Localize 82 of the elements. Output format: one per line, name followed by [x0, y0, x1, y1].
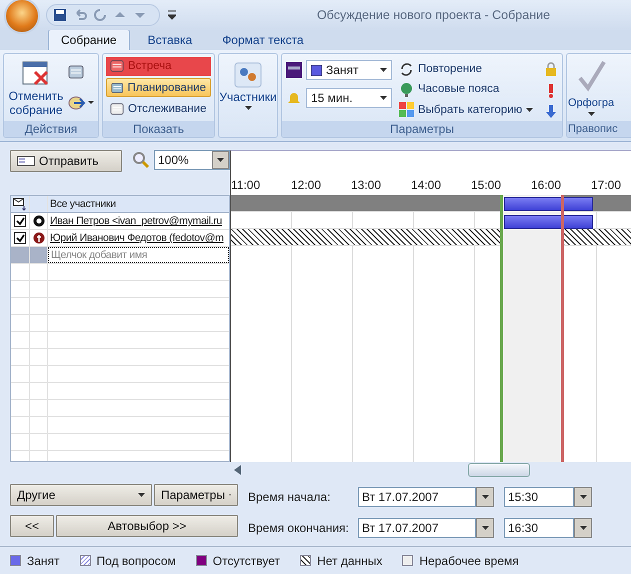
hour-label: 13:00 — [351, 178, 382, 192]
lock-icon[interactable] — [544, 62, 558, 77]
save-icon[interactable] — [53, 8, 67, 22]
legend-label: Отсутствует — [212, 554, 280, 568]
group-label: Показать — [103, 121, 214, 137]
caret-icon — [482, 526, 488, 530]
busy-swatch-icon — [311, 64, 322, 76]
scrollbar-thumb[interactable] — [468, 463, 530, 477]
send-button[interactable]: Отправить — [10, 150, 122, 172]
ribbon-tab[interactable]: Формат текста — [210, 30, 316, 50]
caret-icon — [580, 526, 586, 530]
add-attendee-field[interactable]: Щелчок добавит имя — [48, 247, 229, 263]
group-label: Действия — [4, 121, 98, 137]
caret-icon — [526, 108, 534, 112]
caret-icon — [380, 96, 387, 100]
legend-label: Занят — [27, 554, 60, 568]
legend-label: Нет данных — [317, 554, 382, 568]
recurrence-button[interactable]: Повторение — [395, 60, 538, 78]
group-label: Правопис — [567, 121, 631, 137]
category-squares-icon — [399, 102, 414, 118]
caret-icon — [580, 494, 586, 498]
attendee-name[interactable]: Иван Петров <ivan_petrov@mymail.ru — [48, 213, 229, 229]
spelling-button[interactable]: Орфогра — [568, 58, 614, 117]
reminder-dropdown[interactable]: 15 мин. — [306, 88, 392, 108]
time-label: Время начала: — [248, 490, 332, 504]
caret-icon — [138, 493, 145, 497]
hour-label: 11:00 — [231, 178, 262, 192]
categorize-button[interactable]: Выбрать категорию — [395, 100, 538, 119]
office-button[interactable] — [4, 0, 40, 34]
window-title: Обсуждение нового проекта - Собрание — [316, 8, 552, 22]
caret-icon — [244, 106, 252, 110]
show-as-dropdown[interactable]: Занят — [306, 60, 392, 80]
attendee-checkbox[interactable] — [14, 215, 26, 227]
time-zones-button[interactable]: Часовые пояса — [395, 80, 538, 99]
calendar-search-icon — [68, 64, 84, 80]
start-time-line[interactable] — [500, 195, 503, 462]
legend-label: Под вопросом — [96, 554, 176, 568]
view-icon — [111, 80, 124, 94]
caret-icon — [380, 68, 387, 72]
view-icon — [110, 59, 124, 74]
time-label: Время окончания: — [248, 520, 350, 534]
people-icon — [234, 62, 262, 88]
caret-icon — [217, 158, 224, 162]
autopick-button[interactable]: Автовыбор >> — [56, 515, 238, 537]
bell-icon — [286, 90, 302, 106]
cancel-meeting-button[interactable]: Отменить собрание — [8, 58, 64, 117]
ribbon-tab[interactable]: Вставка — [136, 30, 204, 50]
options-dropdown-button[interactable]: Параметры — [154, 484, 238, 506]
other-dropdown-button[interactable]: Другие — [10, 484, 152, 506]
envelope-icon — [17, 156, 35, 166]
envelope-arrow-icon — [13, 198, 27, 210]
attendees-button[interactable]: Участники — [219, 58, 277, 133]
group-label: Параметры — [282, 121, 562, 137]
hour-label: 14:00 — [411, 178, 442, 192]
show-view-button[interactable]: Планирование — [106, 78, 211, 98]
zoom-dropdown[interactable]: 100% — [154, 150, 230, 170]
forward-icon[interactable] — [68, 94, 94, 110]
hour-label: 17:00 — [591, 178, 622, 192]
attendee-checkbox[interactable] — [14, 232, 26, 244]
hour-label: 15:00 — [471, 178, 502, 192]
caret-icon — [588, 112, 595, 116]
magnifier-icon — [132, 151, 150, 169]
hour-label: 16:00 — [531, 178, 562, 192]
attendee-name[interactable]: Юрий Иванович Федотов (fedotov@m — [48, 230, 229, 246]
legend-label: Нерабочее время — [419, 554, 519, 568]
date-field[interactable]: Вт 17.07.2007 — [358, 518, 476, 538]
previous-button[interactable]: << — [10, 515, 54, 537]
down-arrow-icon[interactable] — [544, 104, 558, 119]
hour-label: 12:00 — [291, 178, 322, 192]
redo-icon[interactable] — [93, 8, 107, 22]
caret-icon — [482, 494, 488, 498]
refresh-icon — [399, 62, 414, 77]
ribbon-tab[interactable]: Собрание — [48, 29, 130, 50]
checkmark-icon — [576, 58, 606, 94]
time-field[interactable]: 15:30 — [504, 486, 574, 506]
customize-caret-icon[interactable] — [168, 10, 176, 20]
scroll-left-icon[interactable] — [234, 465, 242, 475]
view-icon — [110, 102, 124, 116]
time-field[interactable]: 16:30 — [504, 518, 574, 538]
date-field[interactable]: Вт 17.07.2007 — [358, 486, 476, 506]
show-view-button[interactable]: Отслеживание — [106, 99, 211, 118]
show-as-icon — [286, 62, 302, 78]
